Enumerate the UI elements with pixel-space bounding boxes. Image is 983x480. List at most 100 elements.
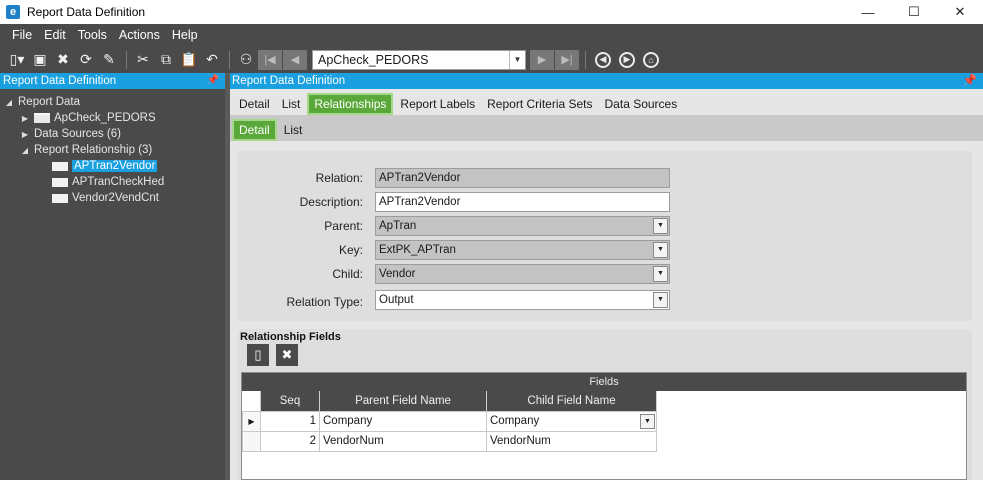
menu-tools[interactable]: Tools [78, 28, 107, 42]
chevron-down-icon[interactable]: ▼ [653, 218, 668, 234]
new-field-button[interactable]: ▯ [247, 344, 269, 366]
subtab-detail[interactable]: Detail [232, 119, 277, 141]
tree-node-aptrancheckhed[interactable]: APTranCheckHed [0, 174, 225, 190]
delete-icon[interactable]: ✖ [52, 49, 74, 71]
tree-panel-header: Report Data Definition 📌 [0, 73, 225, 89]
document-icon [52, 193, 68, 203]
column-header-child-field[interactable]: Child Field Name [486, 391, 657, 411]
expand-arrow-icon[interactable]: ▶ [20, 130, 30, 139]
undo-icon[interactable]: ↶ [201, 49, 223, 71]
tree-node-label[interactable]: APTran2Vendor [72, 160, 158, 172]
tree-node-aptran2vendor[interactable]: APTran2Vendor [0, 158, 225, 174]
subtab-list[interactable]: List [279, 119, 308, 141]
save-icon[interactable]: ▣ [29, 49, 51, 71]
table-row[interactable]: ▶ 1 Company Company ▼ [242, 410, 657, 432]
key-field-value[interactable]: ApCheck_PEDORS [313, 53, 428, 67]
column-header-parent-field[interactable]: Parent Field Name [319, 391, 487, 411]
search-binoculars-icon[interactable]: ⚇ [235, 49, 257, 71]
sub-tabs: Detail List [230, 115, 983, 141]
seq-cell[interactable]: 1 [260, 410, 320, 432]
tree-node-data-sources[interactable]: ▶ Data Sources (6) [0, 126, 225, 142]
forward-icon[interactable]: ▶ [619, 51, 635, 68]
expand-arrow-icon[interactable]: ◢ [4, 98, 14, 107]
description-field[interactable]: APTran2Vendor [375, 192, 670, 212]
minimize-button[interactable]: — [845, 0, 891, 24]
menu-actions[interactable]: Actions [119, 28, 160, 42]
tree-node-label[interactable]: Report Data [18, 96, 80, 108]
toolbar-separator [229, 50, 230, 69]
chevron-down-icon[interactable]: ▼ [653, 292, 668, 308]
next-record-icon[interactable]: ▶ [530, 49, 554, 70]
menu-file[interactable]: File [12, 28, 32, 42]
copy-icon[interactable]: ⧉ [155, 49, 177, 71]
tab-list[interactable]: List [277, 93, 306, 115]
grid-band-header: Fields [242, 373, 966, 391]
back-icon[interactable]: ◀ [595, 51, 611, 68]
parent-field-cell[interactable]: Company [319, 410, 487, 432]
tree-node-apcheck[interactable]: ▶ ApCheck_PEDORS [0, 110, 225, 126]
tree-node-vendor2vendcnt[interactable]: Vendor2VendCnt [0, 190, 225, 206]
chevron-down-icon[interactable]: ▼ [653, 266, 668, 282]
relationship-fields-title: Relationship Fields [240, 331, 341, 343]
seq-cell[interactable]: 2 [260, 430, 320, 452]
tab-detail[interactable]: Detail [234, 93, 275, 115]
tree-node-label[interactable]: APTranCheckHed [72, 176, 164, 188]
tab-relationships[interactable]: Relationships [307, 93, 394, 115]
menu-bar: File Edit Tools Actions Help [0, 24, 983, 46]
child-field-cell[interactable]: Company ▼ [486, 410, 657, 432]
child-value: Vendor [379, 268, 416, 280]
description-label: Description: [299, 195, 363, 209]
tab-report-labels[interactable]: Report Labels [395, 93, 480, 115]
parent-field-cell[interactable]: VendorNum [319, 430, 487, 452]
tree-node-label[interactable]: ApCheck_PEDORS [54, 112, 156, 124]
row-selector[interactable] [242, 430, 261, 452]
expand-arrow-icon[interactable]: ◢ [20, 146, 30, 155]
key-label: Key: [338, 243, 363, 257]
expand-arrow-icon[interactable]: ▶ [20, 114, 30, 123]
home-icon[interactable]: ⌂ [643, 51, 659, 68]
chevron-down-icon[interactable]: ▼ [653, 242, 668, 258]
clear-icon[interactable]: ✎ [98, 49, 120, 71]
close-window-button[interactable]: ✕ [937, 0, 983, 24]
key-value: ExtPK_APTran [379, 244, 456, 256]
chevron-down-icon[interactable]: ▼ [640, 413, 655, 429]
first-record-icon[interactable]: |◀ [258, 49, 282, 70]
refresh-icon[interactable]: ⟳ [75, 49, 97, 71]
row-selector-header [242, 391, 261, 411]
key-field-combo[interactable]: ApCheck_PEDORS ▼ [312, 49, 526, 70]
parent-label: Parent: [324, 219, 363, 233]
tab-report-criteria-sets[interactable]: Report Criteria Sets [482, 93, 597, 115]
tree-node-label[interactable]: Report Relationship (3) [34, 144, 152, 156]
menu-edit[interactable]: Edit [44, 28, 66, 42]
table-row[interactable]: 2 VendorNum VendorNum [242, 430, 657, 452]
key-combo[interactable]: ExtPK_APTran ▼ [375, 240, 670, 260]
detail-panel-header: Report Data Definition 📌 [230, 73, 983, 89]
tree-node-report-data[interactable]: ◢ Report Data [0, 94, 225, 110]
child-field-cell[interactable]: VendorNum [486, 430, 657, 452]
title-bar: e Report Data Definition — ☐ ✕ [0, 0, 983, 24]
parent-combo[interactable]: ApTran ▼ [375, 216, 670, 236]
relation-type-combo[interactable]: Output ▼ [375, 290, 670, 310]
tree-node-label[interactable]: Vendor2VendCnt [72, 192, 159, 204]
last-record-icon[interactable]: ▶| [555, 49, 579, 70]
pin-icon[interactable]: 📌 [207, 73, 219, 89]
tree-node-report-relationship[interactable]: ◢ Report Relationship (3) [0, 142, 225, 158]
maximize-button[interactable]: ☐ [891, 0, 937, 24]
tab-data-sources[interactable]: Data Sources [600, 93, 683, 115]
previous-record-icon[interactable]: ◀ [283, 49, 307, 70]
tree-node-label[interactable]: Data Sources (6) [34, 128, 121, 140]
folder-icon [34, 113, 50, 123]
relation-field: APTran2Vendor [375, 168, 670, 188]
paste-icon[interactable]: 📋 [178, 49, 200, 71]
pin-icon[interactable]: 📌 [963, 73, 977, 89]
menu-help[interactable]: Help [172, 28, 198, 42]
column-header-seq[interactable]: Seq [260, 391, 320, 411]
child-combo[interactable]: Vendor ▼ [375, 264, 670, 284]
chevron-down-icon[interactable]: ▼ [509, 50, 525, 69]
child-field-value: Company [490, 415, 540, 427]
relation-label: Relation: [315, 171, 363, 185]
row-pointer-icon[interactable]: ▶ [242, 410, 261, 432]
delete-field-button[interactable]: ✖ [276, 344, 298, 366]
cut-icon[interactable]: ✂ [132, 49, 154, 71]
new-icon[interactable]: ▯▾ [6, 49, 28, 71]
